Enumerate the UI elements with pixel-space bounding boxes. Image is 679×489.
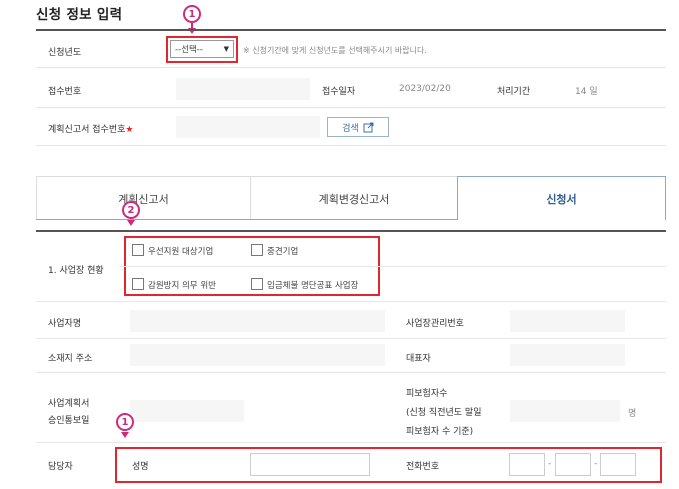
- checkbox-label: 우선지원 대상기업: [148, 247, 214, 257]
- insured-count-label-1: 피보험자수: [406, 389, 448, 399]
- insured-count-unit: 명: [628, 409, 637, 419]
- approval-date-field: [130, 400, 244, 422]
- receipt-label: 접수번호: [48, 87, 82, 97]
- row-divider: [36, 372, 666, 373]
- checkbox-wage-arrears[interactable]: [251, 278, 263, 290]
- site-mgmt-number-field: [510, 310, 625, 332]
- plan-receipt-label: 계획신고서 접수번호★: [48, 122, 133, 135]
- checkbox-label: 중견기업: [267, 247, 299, 257]
- insured-count-field: [510, 400, 620, 422]
- checkbox-mid-size[interactable]: [251, 244, 263, 256]
- annotation-tip: [121, 432, 129, 438]
- receipt-date-value: 2023/02/20: [399, 84, 451, 94]
- year-label: 신청년도: [48, 48, 82, 58]
- row-divider: [36, 301, 666, 302]
- annotation-marker-1-lower: 1: [116, 413, 134, 431]
- chevron-down-icon: ▼: [223, 45, 229, 53]
- search-button[interactable]: 검색: [327, 117, 389, 137]
- receipt-date-label: 접수일자: [322, 87, 356, 97]
- phone-sep-2: -: [594, 459, 598, 469]
- external-link-icon: [363, 122, 374, 132]
- representative-field: [510, 344, 625, 366]
- tab-plan-report[interactable]: 계획신고서: [36, 176, 250, 220]
- representative-label: 대표자: [406, 354, 431, 364]
- period-value: 14 일: [575, 87, 598, 97]
- annotation-marker-2: 2: [122, 201, 140, 219]
- annotation-marker-1: 1: [183, 5, 201, 23]
- section-divider: [36, 230, 666, 232]
- insured-count-label-2: (신청 직전년도 말일: [406, 408, 482, 418]
- business-name-label: 사업자명: [48, 319, 82, 329]
- row-divider: [36, 107, 666, 108]
- approval-date-label-2: 승인통보일: [48, 416, 90, 426]
- row-divider: [36, 67, 666, 68]
- period-label: 처리기간: [497, 87, 531, 97]
- page-title: 신청 정보 입력: [36, 7, 123, 23]
- manager-name-input[interactable]: [250, 453, 370, 476]
- search-button-label: 검색: [342, 123, 359, 134]
- checkbox-label: 임금체불 명단공표 사업장: [267, 281, 359, 291]
- year-select-value: --선택--: [175, 45, 203, 55]
- phone-input-3[interactable]: [600, 453, 636, 476]
- year-select[interactable]: --선택-- ▼: [170, 40, 234, 58]
- plan-receipt-label-text: 계획신고서 접수번호: [48, 125, 126, 135]
- address-field: [130, 344, 385, 366]
- site-mgmt-number-label: 사업장관리번호: [406, 319, 464, 329]
- phone-sep-1: -: [548, 459, 552, 469]
- tab-plan-change-report[interactable]: 계획변경신고서: [250, 176, 457, 220]
- checkbox-layoff-violation[interactable]: [132, 278, 144, 290]
- top-divider: [36, 29, 666, 31]
- plan-receipt-field: [176, 116, 320, 138]
- receipt-number-field: [176, 78, 310, 100]
- row-divider: [36, 338, 666, 339]
- phone-input-1[interactable]: [509, 453, 545, 476]
- phone-input-2[interactable]: [555, 453, 591, 476]
- business-name-field: [130, 310, 385, 332]
- approval-date-label-1: 사업계획서: [48, 399, 90, 409]
- checkbox-priority-support[interactable]: [132, 244, 144, 256]
- manager-label: 담당자: [48, 462, 73, 472]
- phone-label: 전화번호: [406, 462, 440, 472]
- row-divider: [120, 266, 666, 267]
- row-divider: [36, 145, 666, 146]
- address-label: 소재지 주소: [48, 354, 93, 364]
- manager-name-label: 성명: [132, 462, 149, 472]
- annotation-tip: [127, 220, 135, 226]
- tab-underline: [36, 219, 457, 220]
- insured-count-label-3: 피보험자 수 기준): [406, 427, 474, 437]
- row-divider: [36, 442, 666, 443]
- tab-application[interactable]: 신청서: [457, 176, 666, 220]
- checkbox-label: 감원방지 의무 위반: [148, 281, 216, 291]
- business-status-label: 1. 사업장 현황: [48, 266, 104, 276]
- year-hint: ※ 신청기간에 맞게 신청년도를 선택해주시기 바랍니다.: [243, 46, 427, 55]
- required-mark: ★: [125, 125, 134, 135]
